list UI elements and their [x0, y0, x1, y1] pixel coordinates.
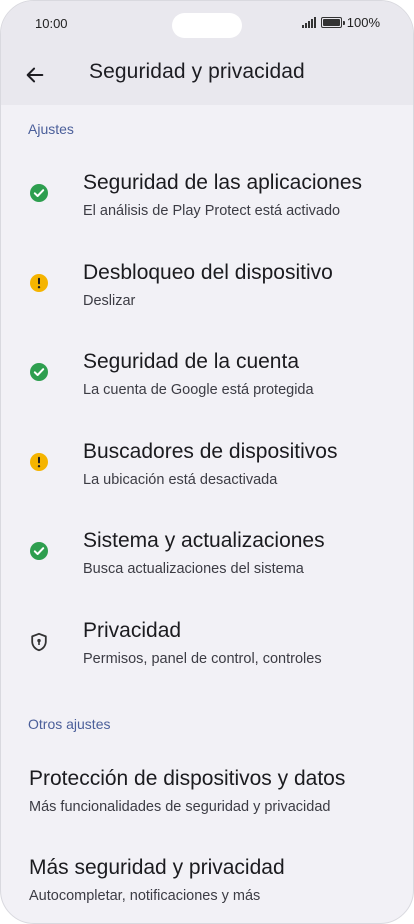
warning-circle-icon [30, 274, 48, 292]
status-bar: 10:00 100% [1, 1, 413, 47]
page-title: Seguridad y privacidad [89, 60, 305, 83]
list-item-title: Privacidad [83, 619, 182, 642]
status-time: 10:00 [35, 16, 68, 31]
back-button[interactable] [19, 59, 51, 91]
phone-screen: 10:00 100% Seguridad y privacidad Ajuste… [0, 0, 414, 924]
list-item-title: Desbloqueo del dispositivo [83, 261, 333, 284]
list-item-title: Sistema y actualizaciones [83, 529, 325, 552]
list-item-title: Seguridad de la cuenta [83, 350, 299, 373]
list-item-device-unlock[interactable]: Desbloqueo del dispositivo Deslizar [1, 253, 413, 323]
list-item-title: Buscadores de dispositivos [83, 440, 338, 463]
app-header: Seguridad y privacidad [1, 47, 413, 105]
list-item-title: Más seguridad y privacidad [29, 856, 285, 879]
list-item-title: Protección de dispositivos y datos [29, 767, 346, 790]
list-item-subtitle: La cuenta de Google está protegida [83, 382, 314, 398]
list-item-app-security[interactable]: Seguridad de las aplicaciones El análisi… [1, 163, 413, 233]
check-circle-icon [30, 363, 48, 381]
list-item-device-data-protection[interactable]: Protección de dispositivos y datos Más f… [1, 759, 413, 829]
list-item-subtitle: La ubicación está desactivada [83, 472, 278, 488]
list-item-system-updates[interactable]: Sistema y actualizaciones Busca actualiz… [1, 521, 413, 591]
arrow-left-icon [26, 67, 44, 83]
section-label-otros-ajustes: Otros ajustes [28, 716, 111, 732]
list-item-subtitle: Busca actualizaciones del sistema [83, 561, 304, 577]
list-item-title: Seguridad de las aplicaciones [83, 171, 363, 194]
camera-pill [172, 13, 242, 38]
list-item-subtitle: Autocompletar, notificaciones y más [29, 888, 261, 904]
shield-lock-icon [31, 632, 47, 652]
check-circle-icon [30, 542, 48, 560]
status-icons: 100% [301, 15, 380, 30]
list-item-subtitle: Más funcionalidades de seguridad y priva… [29, 799, 331, 815]
list-item-device-finders[interactable]: Buscadores de dispositivos La ubicación … [1, 432, 413, 502]
battery-icon [320, 17, 345, 28]
signal-icon [301, 17, 316, 28]
list-item-privacy[interactable]: Privacidad Permisos, panel de control, c… [1, 611, 413, 681]
section-label-ajustes: Ajustes [28, 121, 74, 137]
check-circle-icon [30, 184, 48, 202]
list-item-subtitle: El análisis de Play Protect está activad… [83, 203, 341, 219]
list-item-subtitle: Deslizar [83, 293, 136, 309]
battery-percentage: 100% [346, 15, 380, 30]
list-item-subtitle: Permisos, panel de control, controles [83, 651, 322, 667]
warning-circle-icon [30, 453, 48, 471]
list-item-more-security-privacy[interactable]: Más seguridad y privacidad Autocompletar… [1, 848, 413, 918]
list-item-account-security[interactable]: Seguridad de la cuenta La cuenta de Goog… [1, 342, 413, 412]
